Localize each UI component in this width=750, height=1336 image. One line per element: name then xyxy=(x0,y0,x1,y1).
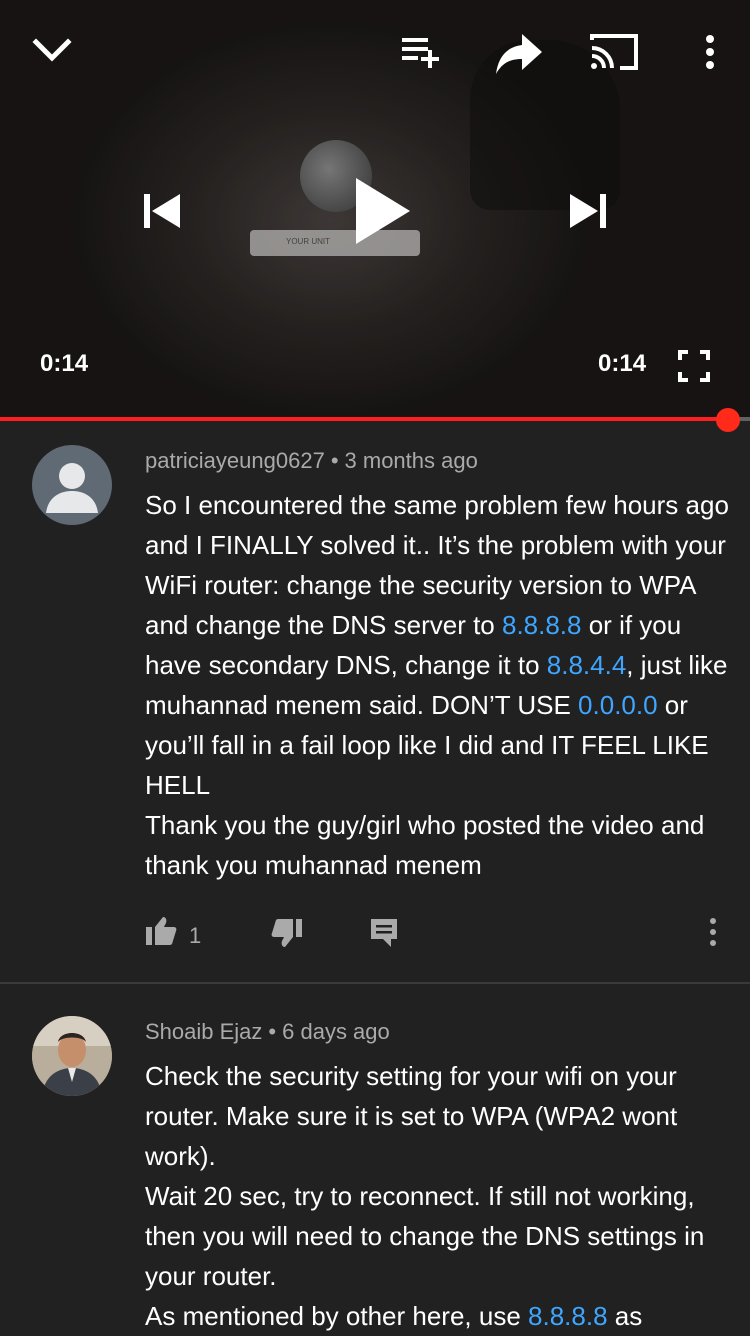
play-icon[interactable] xyxy=(350,176,414,246)
comment-meta: Shoaib Ejaz • 6 days ago xyxy=(145,1019,390,1044)
comment-text: Check the security setting for your wifi… xyxy=(145,1056,730,1336)
ip-address-link[interactable]: 8.8.4.4 xyxy=(547,650,627,680)
video-player[interactable]: YOUR UNIT 0:14 0:14 xyxy=(0,0,750,420)
comment-actions: 1 xyxy=(145,915,725,955)
thumb-down-icon[interactable] xyxy=(271,917,303,954)
current-time: 0:14 xyxy=(40,350,89,377)
comment-text-segment: Thank you the guy/girl who posted the vi… xyxy=(145,810,705,880)
more-vertical-icon[interactable] xyxy=(700,34,720,70)
comment-time: 3 months ago xyxy=(344,448,478,473)
chevron-down-icon[interactable] xyxy=(30,28,74,72)
reply-icon[interactable] xyxy=(369,917,399,954)
comment-text-segment: Check the security setting for your wifi… xyxy=(145,1061,678,1171)
thumb-up-icon[interactable] xyxy=(145,915,177,952)
ip-address-link[interactable]: 8.8.8.8 xyxy=(528,1301,608,1331)
playlist-add-icon[interactable] xyxy=(400,34,444,70)
comment-text-segment: as xyxy=(607,1301,643,1331)
skip-previous-icon[interactable] xyxy=(142,190,184,232)
comment-time: 6 days ago xyxy=(282,1019,390,1044)
duration: 0:14 xyxy=(598,350,647,377)
avatar[interactable] xyxy=(32,1016,112,1096)
cast-icon[interactable] xyxy=(590,32,638,72)
skip-next-icon[interactable] xyxy=(566,190,608,232)
comment: patriciayeung0627 • 3 months ago So I enco… xyxy=(0,420,750,982)
comment-author[interactable]: patriciayeung0627 xyxy=(145,448,325,473)
comment-more-icon[interactable] xyxy=(705,917,721,952)
fullscreen-icon[interactable] xyxy=(678,350,710,382)
comment-text: So I encountered the same problem few ho… xyxy=(145,485,730,885)
comment-text-segment: Wait 20 sec, try to reconnect. If still … xyxy=(145,1181,705,1291)
comment: Shoaib Ejaz • 6 days ago Check the securit… xyxy=(0,984,750,1334)
avatar[interactable] xyxy=(32,445,112,525)
like-count: 1 xyxy=(189,923,202,948)
comment-meta: patriciayeung0627 • 3 months ago xyxy=(145,448,478,473)
comment-text-segment: As mentioned by other here, use xyxy=(145,1301,529,1331)
ip-address-link[interactable]: 0.0.0.0 xyxy=(578,690,658,720)
comment-author[interactable]: Shoaib Ejaz xyxy=(145,1019,262,1044)
ip-address-link[interactable]: 8.8.8.8 xyxy=(502,610,582,640)
share-icon[interactable] xyxy=(494,32,544,76)
